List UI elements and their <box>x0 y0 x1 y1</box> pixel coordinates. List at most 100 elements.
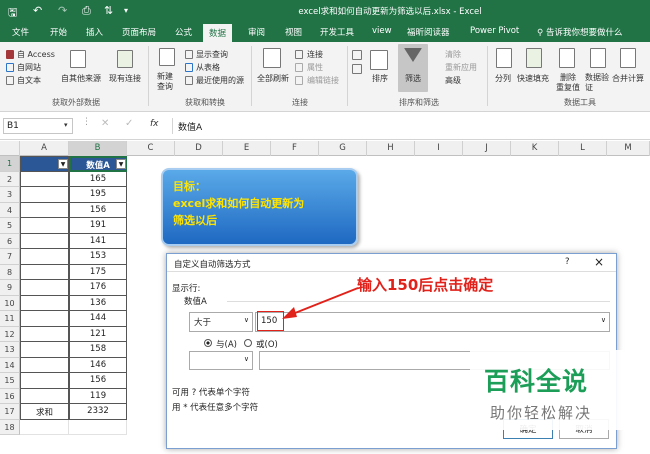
sort-az-icon[interactable] <box>352 50 362 60</box>
cell[interactable]: 195 <box>69 187 127 203</box>
cell[interactable] <box>20 218 69 234</box>
row-header[interactable]: 16 <box>0 388 20 404</box>
refresh-all-button[interactable]: 全部刷新 <box>257 73 289 84</box>
cell[interactable] <box>20 295 69 311</box>
show-queries-button[interactable]: 显示查询 <box>196 49 228 60</box>
cell[interactable] <box>20 171 69 187</box>
cell[interactable]: 191 <box>69 218 127 234</box>
cell[interactable]: 141 <box>69 233 127 249</box>
cell[interactable] <box>20 249 69 265</box>
cell[interactable]: 156 <box>69 202 127 218</box>
column-header[interactable]: J <box>463 141 511 156</box>
flash-fill-button[interactable]: 快速填充 <box>517 73 549 84</box>
column-header[interactable]: D <box>175 141 223 156</box>
cell[interactable] <box>20 202 69 218</box>
cell[interactable]: 121 <box>69 326 127 342</box>
column-header[interactable]: B <box>69 141 127 156</box>
from-table-button[interactable]: 从表格 <box>196 62 220 73</box>
name-box[interactable]: B1 <box>3 118 73 134</box>
row-header[interactable]: 6 <box>0 233 20 249</box>
select-all-corner[interactable] <box>0 141 20 156</box>
enter-icon[interactable]: ✓ <box>125 118 133 129</box>
cell[interactable]: 153 <box>69 249 127 265</box>
cell[interactable] <box>20 388 69 404</box>
formula-input[interactable]: 数值A <box>172 118 648 134</box>
cell[interactable] <box>20 311 69 327</box>
row-header[interactable]: 17 <box>0 404 20 420</box>
new-query-button[interactable]: 新建 查询 <box>157 72 181 92</box>
tab-insert[interactable]: 插入 <box>86 26 103 38</box>
data-validation-button[interactable]: 数据验 证 <box>585 73 609 93</box>
tab-review[interactable]: 审阅 <box>248 26 265 38</box>
cell[interactable]: 136 <box>69 295 127 311</box>
cell[interactable] <box>69 419 127 435</box>
and-radio[interactable] <box>204 339 212 347</box>
sort-button[interactable]: 排序 <box>372 73 388 84</box>
from-web-button[interactable]: 自网站 <box>17 62 41 73</box>
filter-button[interactable]: 筛选 <box>405 73 421 84</box>
row-header[interactable]: 10 <box>0 295 20 311</box>
cell[interactable]: 156 <box>69 373 127 389</box>
cell[interactable] <box>20 280 69 296</box>
tab-data[interactable]: 数据 <box>203 24 233 42</box>
column-header[interactable]: E <box>223 141 271 156</box>
or-radio[interactable] <box>244 339 252 347</box>
tab-page-layout[interactable]: 页面布局 <box>122 26 156 38</box>
column-header[interactable]: L <box>559 141 607 156</box>
cell[interactable]: 146 <box>69 357 127 373</box>
from-text-button[interactable]: 自文本 <box>17 75 41 86</box>
filter-dropdown-icon[interactable]: ▼ <box>116 159 126 169</box>
cell[interactable] <box>20 187 69 203</box>
row-header[interactable]: 2 <box>0 171 20 187</box>
cell[interactable] <box>20 233 69 249</box>
tab-developer[interactable]: 开发工具 <box>320 26 354 38</box>
clear-button[interactable]: 清除 <box>445 49 461 60</box>
from-other-sources-button[interactable]: 自其他来源 <box>61 73 101 84</box>
row-header[interactable]: 4 <box>0 202 20 218</box>
advanced-button[interactable]: 高级 <box>445 75 461 86</box>
operator-select-1[interactable]: 大于 ∨ <box>189 312 253 332</box>
cell[interactable] <box>20 342 69 358</box>
row-header[interactable]: 9 <box>0 280 20 296</box>
cell[interactable] <box>20 326 69 342</box>
column-header[interactable]: K <box>511 141 559 156</box>
tab-formulas[interactable]: 公式 <box>175 26 192 38</box>
row-header[interactable]: 1 <box>0 156 20 172</box>
row-header[interactable]: 5 <box>0 218 20 234</box>
cell[interactable]: 176 <box>69 280 127 296</box>
filter-dropdown-icon[interactable]: ▼ <box>58 159 68 169</box>
edit-links-button[interactable]: 编辑链接 <box>307 75 339 86</box>
column-header[interactable]: F <box>271 141 319 156</box>
cell[interactable] <box>20 357 69 373</box>
row-header[interactable]: 3 <box>0 187 20 203</box>
cell[interactable]: 2332 <box>69 404 127 420</box>
column-header[interactable]: M <box>607 141 650 156</box>
tab-power-pivot[interactable]: Power Pivot <box>470 26 519 36</box>
row-header[interactable]: 18 <box>0 419 20 435</box>
cell[interactable]: 119 <box>69 388 127 404</box>
connections-button[interactable]: 连接 <box>307 49 323 60</box>
cell[interactable]: 165 <box>69 171 127 187</box>
row-header[interactable]: 15 <box>0 373 20 389</box>
operator-select-2[interactable]: ∨ <box>189 351 253 370</box>
row-header[interactable]: 8 <box>0 264 20 280</box>
cell[interactable]: 175 <box>69 264 127 280</box>
cell[interactable]: 158 <box>69 342 127 358</box>
column-header[interactable]: C <box>127 141 175 156</box>
remove-duplicates-button[interactable]: 删除 重复值 <box>556 73 580 93</box>
tab-home[interactable]: 开始 <box>50 26 67 38</box>
insert-function-icon[interactable]: fx <box>150 119 159 129</box>
tell-me-search[interactable]: ⚲ 告诉我你想要做什么 <box>537 26 622 38</box>
consolidate-button[interactable]: 合并计算 <box>612 73 644 84</box>
tab-view[interactable]: 视图 <box>285 26 302 38</box>
text-to-columns-button[interactable]: 分列 <box>495 73 511 84</box>
name-box-dropdown-icon[interactable]: ▾ <box>64 121 68 129</box>
cell[interactable] <box>20 373 69 389</box>
cancel-icon[interactable]: ✕ <box>101 118 109 129</box>
row-header[interactable]: 7 <box>0 249 20 265</box>
column-header[interactable]: A <box>20 141 69 156</box>
row-header[interactable]: 13 <box>0 342 20 358</box>
cell[interactable]: 144 <box>69 311 127 327</box>
row-header[interactable]: 14 <box>0 357 20 373</box>
close-button[interactable]: × <box>594 255 604 269</box>
